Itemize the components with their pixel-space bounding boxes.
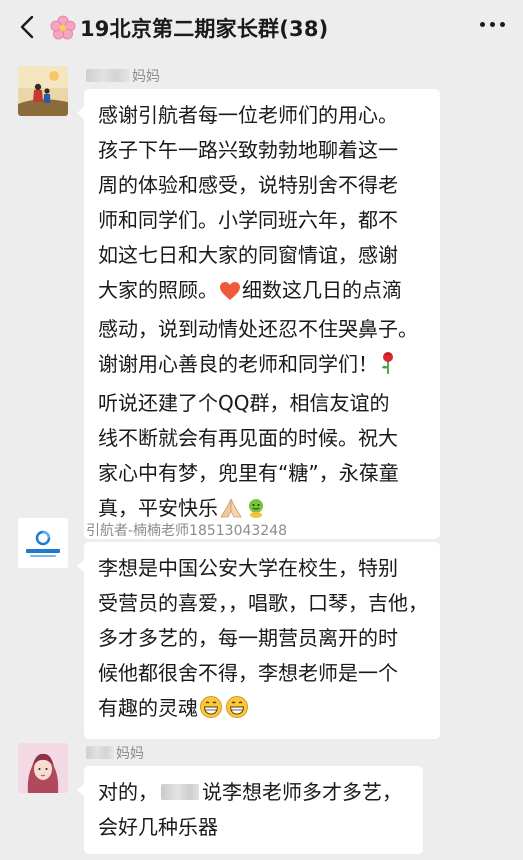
message-line: 感动，说到动情处还忍不住哭鼻子。: [98, 317, 418, 341]
message-line: 周的体验和感受，说特别舍不得老: [98, 173, 398, 197]
blurred-name: [86, 69, 130, 82]
message-line: 大家的照顾。 细数这几日的点滴: [98, 273, 428, 312]
chat-title: 19北京第二期家长群(38): [50, 12, 328, 44]
avatar[interactable]: [18, 518, 68, 568]
message-line: 感谢引航者每一位老师们的用心。: [98, 103, 398, 127]
message-line: 如这七日和大家的同窗情谊，感谢: [98, 243, 398, 267]
message-line: 对的， 说李想老师多才多艺，: [98, 780, 402, 804]
heart-icon: [219, 277, 241, 312]
avatar[interactable]: [18, 66, 68, 116]
message-line: 候他都很舍不得，李想老师是一个: [98, 661, 398, 685]
message-line: 线不断就会有再见面的时候。祝大: [98, 426, 398, 450]
back-arrow-icon[interactable]: [14, 12, 40, 42]
blurred-name: [161, 784, 199, 800]
message-line: 会好几种乐器: [98, 815, 218, 839]
message-line: 家心中有梦，兜里有“糖”，永葆童: [98, 461, 399, 485]
chat-header: 19北京第二期家长群(38): [0, 0, 523, 56]
message-line: 有趣的灵魂: [98, 691, 428, 730]
chat-title-text: 19北京第二期家长群(38): [80, 17, 329, 41]
message-line: 听说还建了个QQ群，相信友谊的: [98, 391, 390, 415]
message-line: 受营员的喜爱，，唱歌，口琴，吉他，: [98, 591, 428, 615]
sender-name: 引航者-楠楠老师18513043248: [86, 523, 288, 539]
message-bubble[interactable]: 感谢引航者每一位老师们的用心。 孩子下午一路兴致勃勃地聊着这一 周的体验和感受，…: [77, 89, 440, 539]
message-line: 多才多艺的，每一期营员离开的时: [98, 626, 398, 650]
grinning-face-icon: [199, 695, 223, 730]
avatar[interactable]: [18, 743, 68, 793]
message-line: 孩子下午一路兴致勃勃地聊着这一: [98, 138, 398, 162]
message-line: 谢谢用心善良的老师和同学们！: [98, 347, 428, 386]
sender-name: 妈妈: [86, 743, 144, 763]
rose-icon: [379, 351, 397, 386]
message-line: 师和同学们。小学同班六年，都不: [98, 208, 398, 232]
message-line: 李想是中国公安大学在校生，特别: [98, 556, 398, 580]
blurred-name: [86, 746, 114, 759]
sender-name: 妈妈: [86, 66, 160, 86]
grinning-face-icon: [225, 695, 249, 730]
message-bubble[interactable]: 李想是中国公安大学在校生，特别 受营员的喜爱，，唱歌，口琴，吉他， 多才多艺的，…: [77, 542, 440, 739]
flower-icon: [50, 15, 76, 41]
message-bubble[interactable]: 对的， 说李想老师多才多艺， 会好几种乐器: [77, 766, 423, 854]
more-icon[interactable]: [480, 22, 505, 27]
